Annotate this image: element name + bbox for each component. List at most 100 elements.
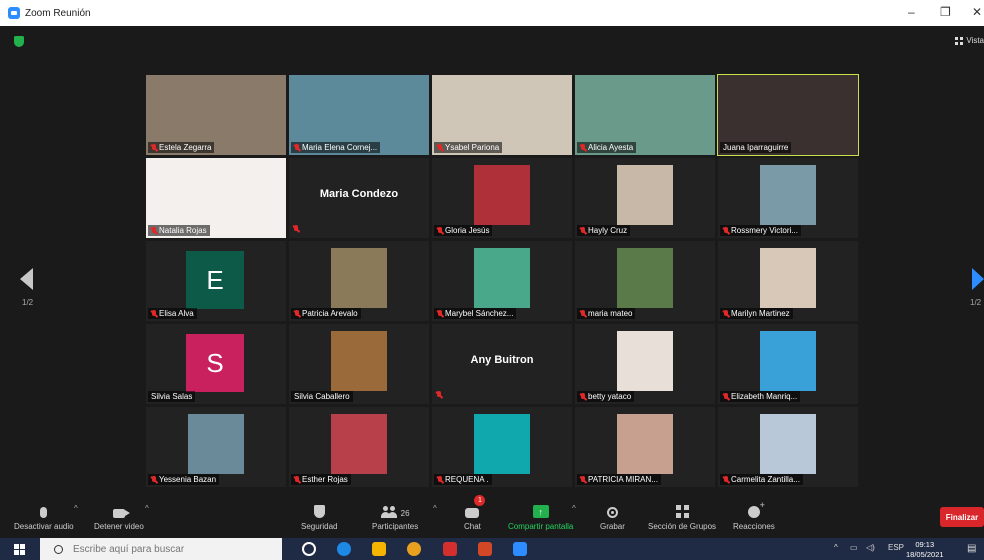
page-indicator-left: 1/2 [22, 298, 34, 307]
participant-photo [617, 165, 673, 225]
powerpoint-icon[interactable] [478, 542, 492, 556]
taskbar-search[interactable] [40, 538, 282, 560]
participant-tile[interactable]: Any Buitron [432, 324, 572, 404]
participant-name-label: Marilyn Martinez [720, 308, 793, 319]
tray-overflow-icon[interactable]: ^ [834, 543, 838, 552]
participant-tile[interactable]: Estela Zegarra [146, 75, 286, 155]
end-meeting-button[interactable]: Finalizar [940, 507, 984, 527]
participant-tile[interactable]: Marybel Sánchez... [432, 241, 572, 321]
participants-options-caret-icon[interactable]: ^ [433, 504, 437, 513]
task-view-icon[interactable] [302, 542, 316, 556]
page-indicator-right: 1/2 [970, 298, 982, 307]
acrobat-icon[interactable] [443, 542, 457, 556]
muted-mic-icon [293, 225, 299, 233]
participant-name-label: Gloria Jesús [434, 225, 493, 236]
video-options-caret-icon[interactable]: ^ [145, 504, 149, 513]
participant-name: Elizabeth Manriq... [731, 392, 798, 401]
taskbar-search-input[interactable] [71, 542, 275, 556]
participant-name: betty yataco [588, 392, 632, 401]
breakout-label: Sección de Grupos [648, 522, 717, 531]
breakout-rooms-icon [675, 505, 689, 518]
encryption-shield-icon[interactable] [14, 36, 24, 47]
windows-taskbar: ^ ▭ ◁) ESP 09:13 18/05/2021 ▤ [0, 538, 984, 560]
participant-name-label: Elisa Alva [148, 308, 197, 319]
security-button[interactable]: Seguridad [301, 502, 337, 531]
participant-name: PATRICIA MIRAN... [588, 475, 658, 484]
participant-tile[interactable]: E Elisa Alva [146, 241, 286, 321]
participants-button[interactable]: 26 Participantes [372, 502, 418, 531]
record-button[interactable]: Grabar [600, 502, 625, 531]
participant-tile[interactable]: Natalia Rojas [146, 158, 286, 238]
participant-name: Rossmery Victori... [731, 226, 798, 235]
muted-mic-icon [723, 226, 729, 235]
previous-page-arrow-icon[interactable] [20, 268, 33, 290]
maximize-button[interactable]: ❐ [940, 5, 951, 19]
chat-button[interactable]: 1 Chat [464, 495, 486, 531]
participant-tile[interactable]: Yessenia Bazan [146, 407, 286, 487]
participant-tile[interactable]: Ysabel Pariona [432, 75, 572, 155]
participant-tile[interactable]: Hayly Cruz [575, 158, 715, 238]
file-explorer-icon[interactable] [372, 542, 386, 556]
stop-video-button[interactable]: Detener video [94, 502, 144, 531]
participant-name-label: Maria Elena Cornej... [291, 142, 381, 153]
view-button[interactable]: Vista [955, 36, 984, 45]
windows-start-icon[interactable] [14, 544, 25, 555]
participant-name: Alicia Ayesta [588, 143, 634, 152]
participant-name-label: Silvia Caballero [291, 391, 353, 402]
participant-tile[interactable]: Silvia Caballero [289, 324, 429, 404]
volume-icon[interactable]: ◁) [866, 543, 875, 552]
mute-button[interactable]: Desactivar audio [14, 502, 74, 531]
participant-tile[interactable]: betty yataco [575, 324, 715, 404]
participant-tile[interactable]: PATRICIA MIRAN... [575, 407, 715, 487]
participant-photo [331, 414, 387, 474]
taskbar-clock[interactable]: 09:13 18/05/2021 [906, 540, 944, 560]
participant-tile[interactable]: Patricia Arevalo [289, 241, 429, 321]
zoom-app-icon [8, 7, 20, 19]
language-indicator[interactable]: ESP [888, 543, 904, 552]
participant-tile[interactable]: REQUENA . [432, 407, 572, 487]
participant-tile[interactable]: Juana Iparraguirre [717, 74, 859, 156]
share-options-caret-icon[interactable]: ^ [572, 504, 576, 513]
close-button[interactable]: ✕ [972, 5, 982, 19]
participant-tile[interactable]: S Silvia Salas [146, 324, 286, 404]
participant-display-name: Maria Condezo [319, 188, 399, 200]
grid-view-icon [955, 36, 964, 45]
participant-tile[interactable]: Alicia Ayesta [575, 75, 715, 155]
network-icon[interactable]: ▭ [850, 543, 858, 552]
participant-tile[interactable]: Maria Elena Cornej... [289, 75, 429, 155]
video-label: Detener video [94, 522, 144, 531]
participants-label: Participantes [372, 522, 419, 531]
participants-count: 26 [400, 509, 410, 518]
participant-name: Hayly Cruz [588, 226, 628, 235]
participant-tile[interactable]: Gloria Jesús [432, 158, 572, 238]
participant-tile[interactable]: Elizabeth Manriq... [718, 324, 858, 404]
audio-options-caret-icon[interactable]: ^ [74, 504, 78, 513]
edge-browser-icon[interactable] [337, 542, 351, 556]
next-page-arrow-icon[interactable] [972, 268, 984, 290]
clock-time: 09:13 [915, 540, 935, 549]
participant-name: Elisa Alva [159, 309, 194, 318]
participant-tile[interactable]: Esther Rojas [289, 407, 429, 487]
breakout-rooms-button[interactable]: Sección de Grupos [648, 502, 716, 531]
notifications-icon[interactable]: ▤ [967, 543, 976, 554]
participant-name-label: Yessenia Bazan [148, 474, 220, 485]
participant-photo [474, 414, 530, 474]
participant-tile[interactable]: Carmelita Zantilla... [718, 407, 858, 487]
participant-tile[interactable]: maria mateo [575, 241, 715, 321]
participant-tile[interactable]: Marilyn Martinez [718, 241, 858, 321]
window-title: Zoom Reunión [25, 7, 91, 19]
chrome-browser-icon[interactable] [407, 542, 421, 556]
participant-tile[interactable]: Maria Condezo [289, 158, 429, 238]
minimize-button[interactable]: – [908, 5, 915, 19]
participant-name: REQUENA . [445, 475, 489, 484]
participant-name-label: Ysabel Pariona [434, 142, 503, 153]
share-screen-button[interactable]: ↑ Compartir pantalla [508, 502, 573, 531]
record-label: Grabar [600, 522, 625, 531]
reactions-button[interactable]: Reacciones [733, 500, 775, 531]
camera-icon [112, 509, 130, 518]
participant-name-label: Alicia Ayesta [577, 142, 637, 153]
participant-name: Patricia Arevalo [302, 309, 358, 318]
participant-tile[interactable]: Rossmery Victori... [718, 158, 858, 238]
zoom-taskbar-icon[interactable] [513, 542, 527, 556]
participant-name-label: Esther Rojas [291, 474, 351, 485]
